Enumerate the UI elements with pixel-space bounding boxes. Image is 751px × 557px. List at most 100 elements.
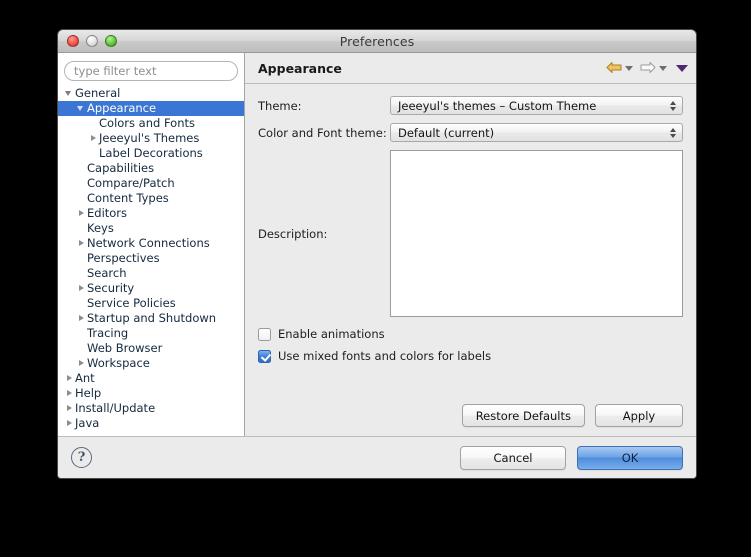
close-window-button[interactable] bbox=[67, 35, 79, 47]
sidebar-item-content-types[interactable]: Content Types bbox=[58, 191, 244, 206]
sidebar-item-label: Keys bbox=[87, 221, 114, 235]
sidebar-item-capabilities[interactable]: Capabilities bbox=[58, 161, 244, 176]
sidebar-item-perspectives[interactable]: Perspectives bbox=[58, 251, 244, 266]
panel-nav-icons bbox=[606, 59, 688, 78]
sidebar-item-label: Install/Update bbox=[75, 401, 156, 415]
sidebar-item-workspace[interactable]: Workspace bbox=[58, 356, 244, 371]
chevron-right-icon[interactable] bbox=[76, 356, 87, 371]
color-font-theme-select[interactable]: Default (current) bbox=[390, 123, 683, 142]
chevron-right-icon[interactable] bbox=[64, 401, 75, 416]
preferences-tree[interactable]: General Appearance Colors and Fonts Jeeeyul… bbox=[58, 86, 244, 436]
chevron-right-icon[interactable] bbox=[88, 131, 99, 146]
preferences-sidebar: GeneralAppearanceColors and FontsJeeeyul… bbox=[58, 53, 245, 436]
sidebar-item-tracing[interactable]: Tracing bbox=[58, 326, 244, 341]
sidebar-item-label: Jeeeyul's Themes bbox=[99, 131, 200, 145]
apply-button[interactable]: Apply bbox=[595, 404, 683, 427]
sidebar-item-security[interactable]: Security bbox=[58, 281, 244, 296]
sidebar-item-label: Java bbox=[75, 416, 100, 430]
sidebar-item-help[interactable]: Help bbox=[58, 386, 244, 401]
chevron-right-icon[interactable] bbox=[76, 311, 87, 326]
sidebar-item-label: Compare/Patch bbox=[87, 176, 175, 190]
chevron-right-icon[interactable] bbox=[64, 386, 75, 401]
sidebar-item-compare-patch[interactable]: Compare/Patch bbox=[58, 176, 244, 191]
sidebar-item-search[interactable]: Search bbox=[58, 266, 244, 281]
sidebar-item-editors[interactable]: Editors bbox=[58, 206, 244, 221]
sidebar-item-ant[interactable]: Ant bbox=[58, 371, 244, 386]
chevron-down-icon[interactable] bbox=[76, 101, 87, 116]
sidebar-item-jeeeyul-s-themes[interactable]: Jeeeyul's Themes bbox=[58, 131, 244, 146]
back-dropdown-icon[interactable] bbox=[625, 65, 633, 71]
theme-select[interactable]: Jeeeyul's themes – Custom Theme bbox=[390, 96, 683, 115]
forward-nav-group[interactable] bbox=[640, 59, 667, 78]
help-icon[interactable]: ? bbox=[71, 447, 92, 468]
forward-arrow-icon[interactable] bbox=[640, 59, 656, 78]
sidebar-item-label: Content Types bbox=[87, 191, 169, 205]
enable-animations-checkbox[interactable] bbox=[258, 327, 271, 341]
sidebar-item-label: Perspectives bbox=[87, 251, 160, 265]
description-label: Description: bbox=[258, 226, 328, 241]
chevron-right-icon[interactable] bbox=[76, 206, 87, 221]
window-title: Preferences bbox=[339, 33, 415, 49]
chevron-down-icon[interactable] bbox=[64, 86, 75, 101]
sidebar-item-label: Service Policies bbox=[87, 296, 176, 310]
sidebar-item-web-browser[interactable]: Web Browser bbox=[58, 341, 244, 356]
theme-row: Theme: Jeeeyul's themes – Custom Theme bbox=[258, 96, 683, 115]
panel-content: Theme: Jeeeyul's themes – Custom Theme C… bbox=[245, 84, 696, 436]
window-controls bbox=[67, 35, 117, 47]
sidebar-item-service-policies[interactable]: Service Policies bbox=[58, 296, 244, 311]
window-body: GeneralAppearanceColors and FontsJeeeyul… bbox=[58, 53, 696, 436]
panel-button-bar: Restore Defaults Apply bbox=[461, 404, 683, 427]
sidebar-item-label: Tracing bbox=[87, 326, 129, 340]
color-font-theme-value: Default (current) bbox=[398, 125, 495, 140]
back-arrow-icon[interactable] bbox=[606, 59, 622, 78]
preferences-window: Preferences GeneralAppearanceColors and … bbox=[57, 29, 697, 479]
sidebar-item-colors-and-fonts[interactable]: Colors and Fonts bbox=[58, 116, 244, 131]
cancel-button[interactable]: Cancel bbox=[460, 445, 566, 470]
window-titlebar: Preferences bbox=[58, 30, 696, 53]
ok-button[interactable]: OK bbox=[577, 445, 683, 470]
sidebar-item-java[interactable]: Java bbox=[58, 416, 244, 431]
filter-container bbox=[58, 53, 244, 86]
sidebar-item-label: Help bbox=[75, 386, 102, 400]
sidebar-item-install-update[interactable]: Install/Update bbox=[58, 401, 244, 416]
preferences-panel: Appearance Theme: Jeeeyul's themes – Cus… bbox=[245, 53, 696, 436]
minimize-window-button[interactable] bbox=[86, 35, 98, 47]
sidebar-item-label: Workspace bbox=[87, 356, 150, 370]
chevron-right-icon[interactable] bbox=[76, 281, 87, 296]
chevron-right-icon[interactable] bbox=[76, 236, 87, 251]
sidebar-item-label: Editors bbox=[87, 206, 128, 220]
sidebar-item-label: Colors and Fonts bbox=[99, 116, 195, 130]
color-font-theme-label: Color and Font theme: bbox=[258, 125, 387, 140]
sidebar-item-startup-and-shutdown[interactable]: Startup and Shutdown bbox=[58, 311, 244, 326]
restore-defaults-button[interactable]: Restore Defaults bbox=[461, 404, 585, 427]
stepper-arrows-icon bbox=[670, 127, 676, 138]
zoom-window-button[interactable] bbox=[105, 35, 117, 47]
forward-dropdown-icon[interactable] bbox=[659, 65, 667, 71]
enable-animations-label: Enable animations bbox=[278, 327, 385, 341]
theme-select-value: Jeeeyul's themes – Custom Theme bbox=[398, 98, 597, 113]
chevron-right-icon[interactable] bbox=[64, 416, 75, 431]
chevron-right-icon[interactable] bbox=[64, 371, 75, 386]
sidebar-item-keys[interactable]: Keys bbox=[58, 221, 244, 236]
mixed-fonts-row[interactable]: Use mixed fonts and colors for labels bbox=[258, 349, 683, 363]
sidebar-item-label-decorations[interactable]: Label Decorations bbox=[58, 146, 244, 161]
use-mixed-fonts-checkbox[interactable] bbox=[258, 349, 271, 363]
view-menu-icon[interactable] bbox=[676, 64, 688, 72]
sidebar-item-appearance[interactable]: Appearance bbox=[58, 101, 244, 116]
sidebar-item-label: Ant bbox=[75, 371, 95, 385]
search-input[interactable] bbox=[64, 61, 238, 81]
panel-header: Appearance bbox=[245, 53, 696, 84]
enable-animations-row[interactable]: Enable animations bbox=[258, 327, 683, 341]
sidebar-item-network-connections[interactable]: Network Connections bbox=[58, 236, 244, 251]
back-nav-group[interactable] bbox=[606, 59, 633, 78]
description-textarea[interactable] bbox=[390, 150, 683, 317]
sidebar-item-general[interactable]: General bbox=[58, 86, 244, 101]
